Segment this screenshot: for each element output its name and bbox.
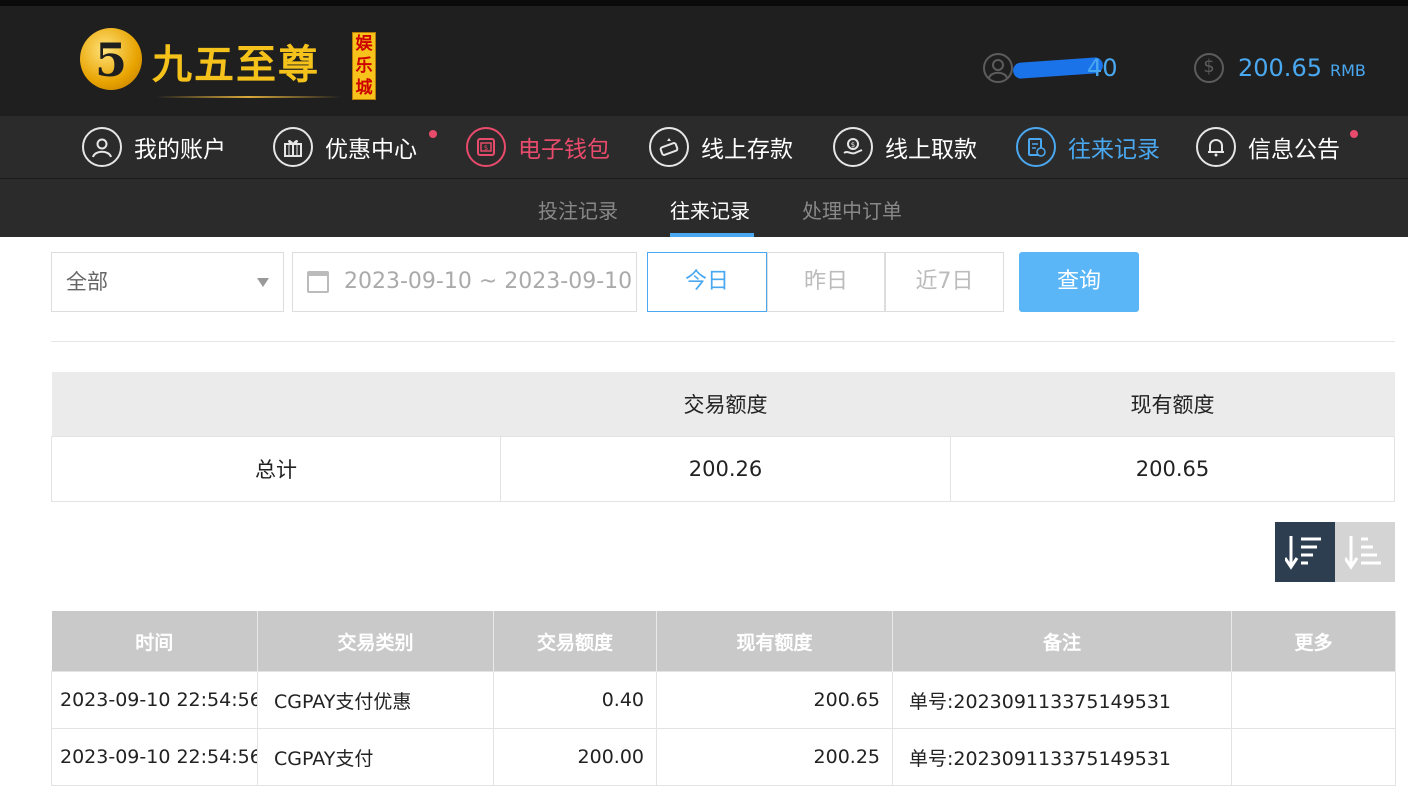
sort-ascending-icon bbox=[1345, 536, 1381, 570]
cell-amount: 200.00 bbox=[493, 728, 657, 786]
nav-item-e-wallet[interactable]: $ 电子钱包 bbox=[466, 126, 610, 168]
sort-descending-icon bbox=[1285, 536, 1321, 570]
summary-header-row: 交易额度 现有额度 bbox=[51, 372, 1395, 437]
yesterday-button[interactable]: 昨日 bbox=[767, 252, 885, 312]
gift-icon bbox=[273, 127, 313, 167]
col-header-remark: 备注 bbox=[892, 611, 1232, 672]
logo-ornament bbox=[156, 96, 341, 98]
records-header-row: 时间 交易类别 交易额度 现有额度 备注 更多 bbox=[51, 611, 1396, 672]
nav-label: 电子钱包 bbox=[518, 137, 610, 163]
bell-icon bbox=[1196, 127, 1236, 167]
summary-total-label: 总计 bbox=[51, 436, 501, 502]
summary-total-balance: 200.65 bbox=[950, 436, 1395, 502]
logo-seal: 娱乐城 bbox=[352, 32, 376, 100]
col-header-amount: 交易额度 bbox=[493, 611, 657, 672]
nav-item-my-account[interactable]: 我的账户 bbox=[82, 126, 226, 168]
cell-type: CGPAY支付优惠 bbox=[257, 671, 494, 729]
balance-amount: 200.65 bbox=[1238, 54, 1322, 82]
table-row: 2023-09-10 22:54:56 CGPAY支付 200.00 200.2… bbox=[51, 728, 1396, 786]
nav-item-deposit[interactable]: 线上存款 bbox=[649, 126, 793, 168]
notification-dot bbox=[1350, 130, 1358, 138]
dollar-icon: $ bbox=[1194, 53, 1224, 83]
nav-label: 往来记录 bbox=[1068, 137, 1160, 163]
tab-bet-records[interactable]: 投注记录 bbox=[538, 195, 618, 224]
col-header-time: 时间 bbox=[51, 611, 258, 672]
col-header-type: 交易类别 bbox=[257, 611, 494, 672]
cell-balance: 200.25 bbox=[656, 728, 893, 786]
select-value: 全部 bbox=[66, 270, 108, 294]
notification-dot bbox=[429, 130, 437, 138]
username: 40 bbox=[1012, 54, 1118, 82]
summary-header-balance: 现有额度 bbox=[950, 372, 1395, 437]
user-icon bbox=[82, 127, 122, 167]
main-nav: 我的账户 优惠中心 $ 电子钱包 线上存款 $ 线上取款 往来记录 信息公告 bbox=[0, 116, 1408, 179]
last-7-days-button[interactable]: 近7日 bbox=[885, 252, 1004, 312]
nav-item-promotions[interactable]: 优惠中心 bbox=[273, 126, 437, 168]
sub-nav: 投注记录 往来记录 处理中订单 bbox=[0, 179, 1408, 237]
summary-header-amount: 交易额度 bbox=[500, 372, 951, 437]
today-button[interactable]: 今日 bbox=[647, 252, 767, 312]
cell-type: CGPAY支付 bbox=[257, 728, 494, 786]
sort-descending-button[interactable] bbox=[1275, 522, 1335, 582]
logo-brand-name: 九五至尊 bbox=[152, 41, 320, 88]
summary-total-row: 总计 200.26 200.65 bbox=[51, 436, 1395, 502]
cell-remark: 单号:202309113375149531 bbox=[892, 671, 1232, 729]
col-header-balance: 现有额度 bbox=[656, 611, 893, 672]
nav-label: 线上取款 bbox=[885, 137, 977, 163]
logo-emblem: 5 bbox=[80, 28, 142, 90]
deposit-icon bbox=[649, 127, 689, 167]
withdraw-icon: $ bbox=[833, 127, 873, 167]
svg-text:$: $ bbox=[851, 141, 855, 149]
cell-more[interactable] bbox=[1231, 728, 1396, 786]
cell-balance: 200.65 bbox=[656, 671, 893, 729]
wallet-icon: $ bbox=[466, 127, 506, 167]
nav-label: 我的账户 bbox=[134, 137, 226, 163]
summary-table: 交易额度 现有额度 总计 200.26 200.65 bbox=[51, 372, 1395, 502]
col-header-more: 更多 bbox=[1231, 611, 1396, 672]
query-button[interactable]: 查询 bbox=[1019, 252, 1139, 312]
cell-remark: 单号:202309113375149531 bbox=[892, 728, 1232, 786]
record-icon bbox=[1016, 127, 1056, 167]
nav-item-withdraw[interactable]: $ 线上取款 bbox=[833, 126, 977, 168]
cell-more[interactable] bbox=[1231, 671, 1396, 729]
sort-ascending-button[interactable] bbox=[1335, 522, 1395, 582]
site-logo[interactable]: 5 九五至尊 娱乐城 bbox=[80, 24, 380, 104]
date-range-value: 2023-09-10 ~ 2023-09-10 bbox=[344, 269, 633, 294]
top-header: 5 九五至尊 娱乐城 40 $ 200.65 RMB bbox=[0, 0, 1408, 116]
divider bbox=[51, 341, 1395, 342]
nav-item-transaction-records[interactable]: 往来记录 bbox=[1016, 126, 1160, 168]
caret-down-icon bbox=[257, 278, 269, 287]
records-table: 时间 交易类别 交易额度 现有额度 备注 更多 2023-09-10 22:54… bbox=[51, 611, 1396, 786]
balance-currency: RMB bbox=[1329, 60, 1366, 80]
nav-item-announcements[interactable]: 信息公告 bbox=[1196, 126, 1358, 168]
nav-label: 优惠中心 bbox=[325, 137, 417, 163]
summary-header-blank bbox=[51, 372, 501, 437]
transaction-type-select[interactable]: 全部 bbox=[51, 252, 284, 312]
user-info[interactable]: 40 bbox=[983, 50, 1118, 86]
svg-text:$: $ bbox=[484, 144, 488, 152]
cell-time: 2023-09-10 22:54:56 bbox=[51, 728, 258, 786]
active-tab-indicator bbox=[670, 233, 754, 237]
date-range-picker[interactable]: 2023-09-10 ~ 2023-09-10 bbox=[292, 252, 637, 312]
nav-label: 信息公告 bbox=[1248, 137, 1340, 163]
calendar-icon bbox=[307, 271, 329, 293]
nav-label: 线上存款 bbox=[701, 137, 793, 163]
summary-total-amount: 200.26 bbox=[500, 436, 951, 502]
user-avatar-icon bbox=[983, 53, 1013, 83]
tab-transaction-records[interactable]: 往来记录 bbox=[670, 195, 750, 224]
tab-pending-orders[interactable]: 处理中订单 bbox=[802, 195, 902, 224]
cell-time: 2023-09-10 22:54:56 bbox=[51, 671, 258, 729]
balance-display: $ 200.65 RMB bbox=[1194, 50, 1366, 86]
cell-amount: 0.40 bbox=[493, 671, 657, 729]
table-row: 2023-09-10 22:54:56 CGPAY支付优惠 0.40 200.6… bbox=[51, 671, 1396, 729]
